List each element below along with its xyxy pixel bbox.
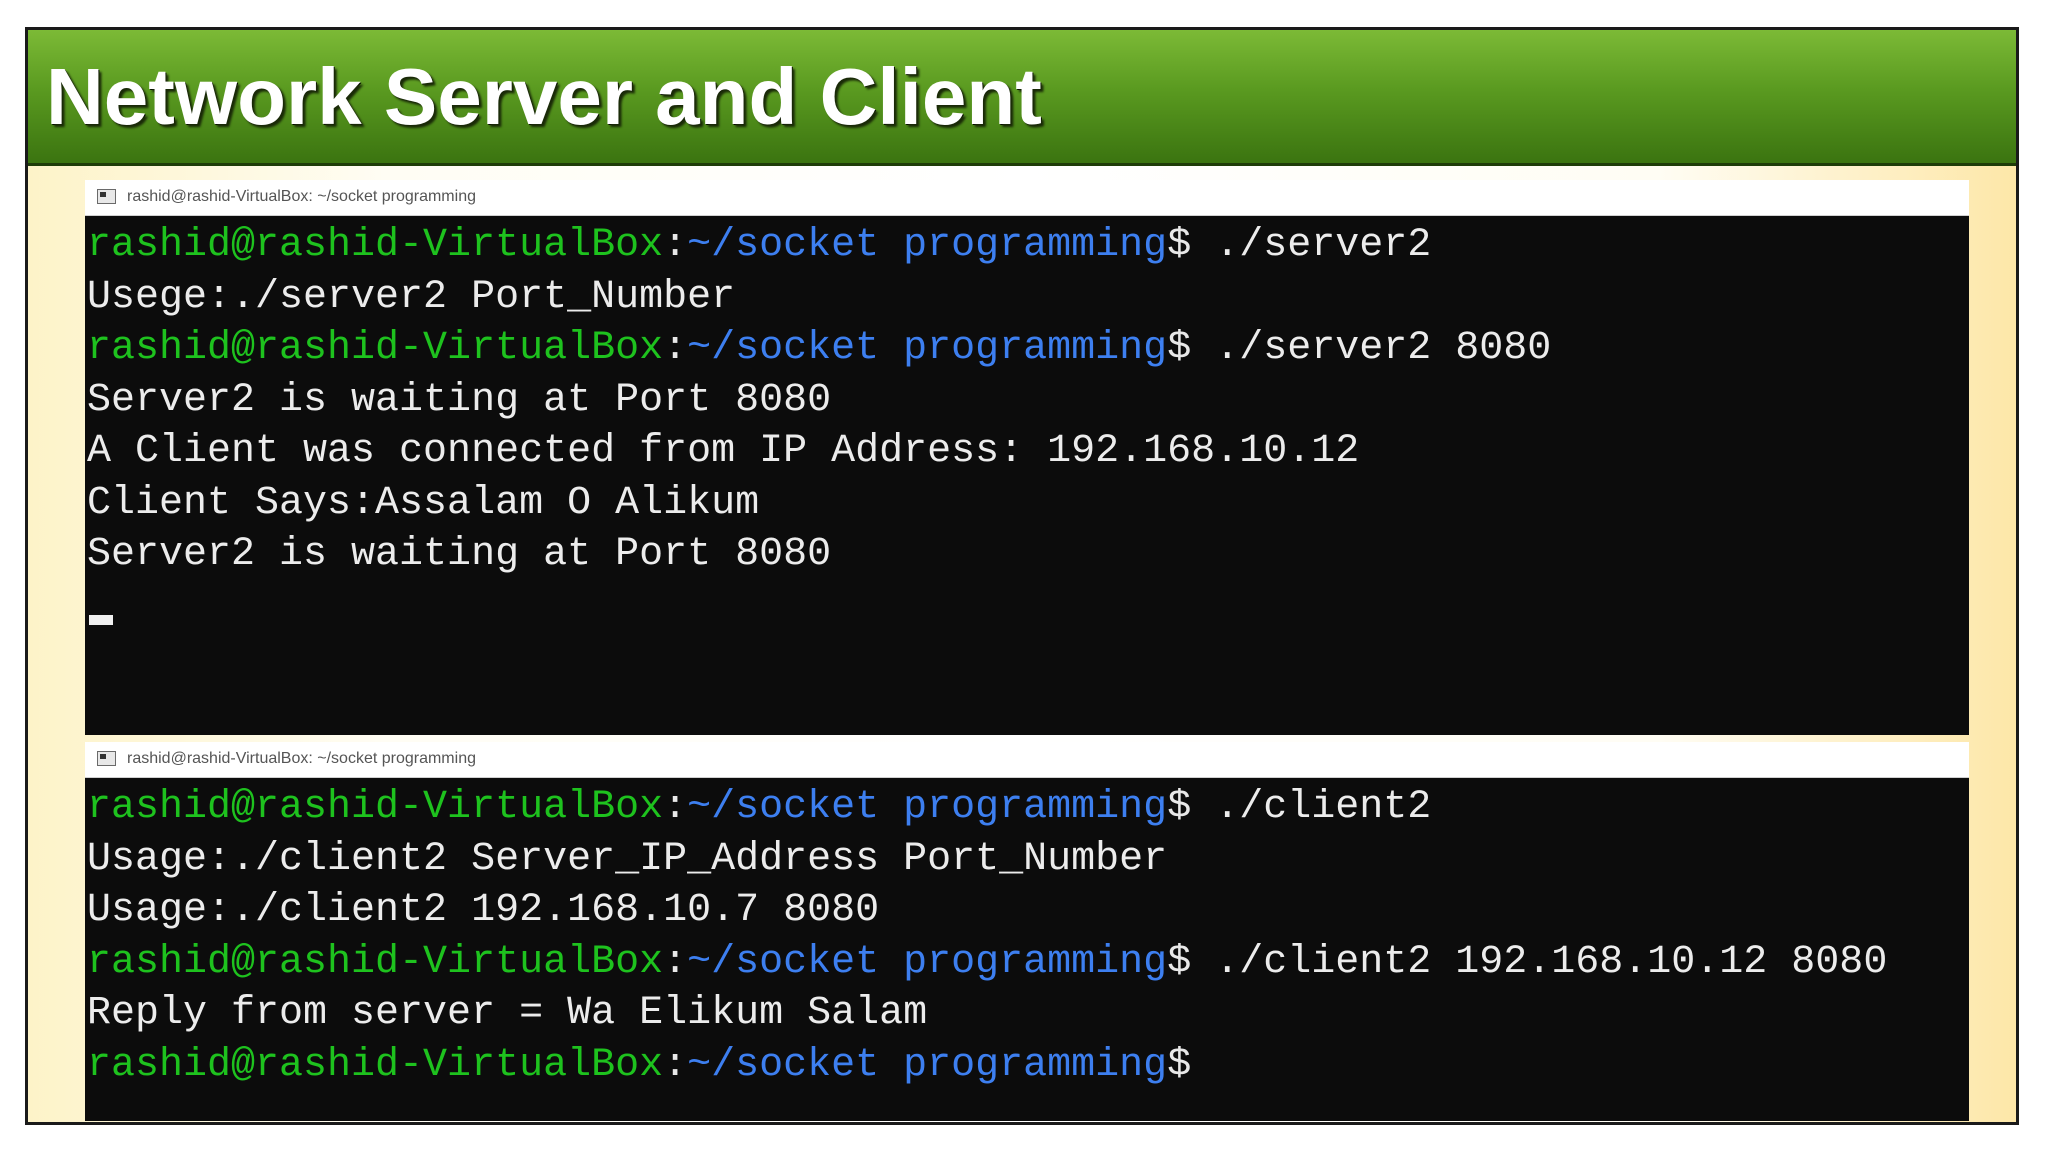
server-window-title: rashid@rashid-VirtualBox: ~/socket progr… — [127, 188, 476, 205]
server-window-titlebar[interactable]: rashid@rashid-VirtualBox: ~/socket progr… — [85, 180, 1969, 216]
prompt-colon: : — [663, 785, 688, 830]
slide-title-bar: Network Server and Client — [28, 30, 2016, 166]
prompt-path: ~/socket programming — [687, 223, 1168, 268]
prompt-dollar: $ — [1167, 326, 1192, 371]
prompt-dollar: $ — [1167, 1042, 1192, 1088]
terminal-line: Usege:./server2 Port_Number — [87, 274, 736, 320]
prompt-colon: : — [663, 223, 688, 268]
prompt-user: rashid@rashid-VirtualBox — [87, 785, 664, 830]
terminal-line: Usage:./client2 192.168.10.7 8080 — [87, 888, 880, 933]
prompt-path: ~/socket programming — [687, 326, 1168, 371]
prompt-colon: : — [663, 939, 688, 985]
prompt-user: rashid@rashid-VirtualBox — [87, 326, 664, 371]
command-text: ./client2 — [1191, 785, 1432, 830]
prompt-path: ~/socket programming — [687, 1042, 1168, 1088]
prompt-user: rashid@rashid-VirtualBox — [87, 939, 664, 985]
prompt-dollar: $ — [1167, 939, 1192, 985]
command-text: ./server2 8080 — [1191, 326, 1552, 371]
terminal-line: rashid@rashid-VirtualBox:~/socket progra… — [87, 782, 1969, 834]
client-window-titlebar[interactable]: rashid@rashid-VirtualBox: ~/socket progr… — [85, 742, 1969, 778]
command-text: ./server2 — [1191, 223, 1432, 268]
server-terminal-output[interactable]: rashid@rashid-VirtualBox:~/socket progra… — [85, 216, 1969, 632]
prompt-path: ~/socket programming — [687, 785, 1168, 830]
terminal-cursor-line — [87, 581, 1969, 633]
terminal-line: Reply from server = Wa Elikum Salam — [87, 991, 928, 1036]
terminal-line: Usage:./client2 Server_IP_Address Port_N… — [87, 836, 1168, 882]
slide-title: Network Server and Client — [46, 52, 1042, 141]
prompt-user: rashid@rashid-VirtualBox — [87, 1042, 664, 1088]
terminal-window-icon — [97, 189, 116, 204]
terminal-line: rashid@rashid-VirtualBox:~/socket progra… — [87, 323, 1969, 375]
client-terminal-output[interactable]: rashid@rashid-VirtualBox:~/socket progra… — [85, 778, 1969, 1091]
prompt-dollar: $ — [1167, 785, 1192, 830]
prompt-colon: : — [663, 326, 688, 371]
terminal-line: rashid@rashid-VirtualBox:~/socket progra… — [87, 220, 1969, 272]
prompt-colon: : — [663, 1042, 688, 1088]
terminal-cursor — [89, 614, 113, 625]
terminal-line: Server2 is waiting at Port 8080 — [87, 532, 832, 577]
server-terminal-window[interactable]: rashid@rashid-VirtualBox: ~/socket progr… — [85, 180, 1969, 735]
terminal-line: rashid@rashid-VirtualBox:~/socket progra… — [87, 937, 1969, 989]
client-window-title: rashid@rashid-VirtualBox: ~/socket progr… — [127, 750, 476, 767]
terminal-line: Client Says:Assalam O Alikum — [87, 480, 760, 526]
prompt-dollar: $ — [1167, 223, 1192, 268]
slide-frame: Network Server and Client rashid@rashid-… — [25, 27, 2019, 1125]
terminal-line: Server2 is waiting at Port 8080 — [87, 377, 832, 423]
terminal-line: rashid@rashid-VirtualBox:~/socket progra… — [87, 1040, 1969, 1092]
client-terminal-window[interactable]: rashid@rashid-VirtualBox: ~/socket progr… — [85, 742, 1969, 1121]
terminal-window-icon — [97, 751, 116, 766]
command-text: ./client2 192.168.10.12 8080 — [1191, 939, 1888, 985]
terminal-line: A Client was connected from IP Address: … — [87, 429, 1360, 474]
prompt-path: ~/socket programming — [687, 939, 1168, 985]
prompt-user: rashid@rashid-VirtualBox — [87, 223, 664, 268]
